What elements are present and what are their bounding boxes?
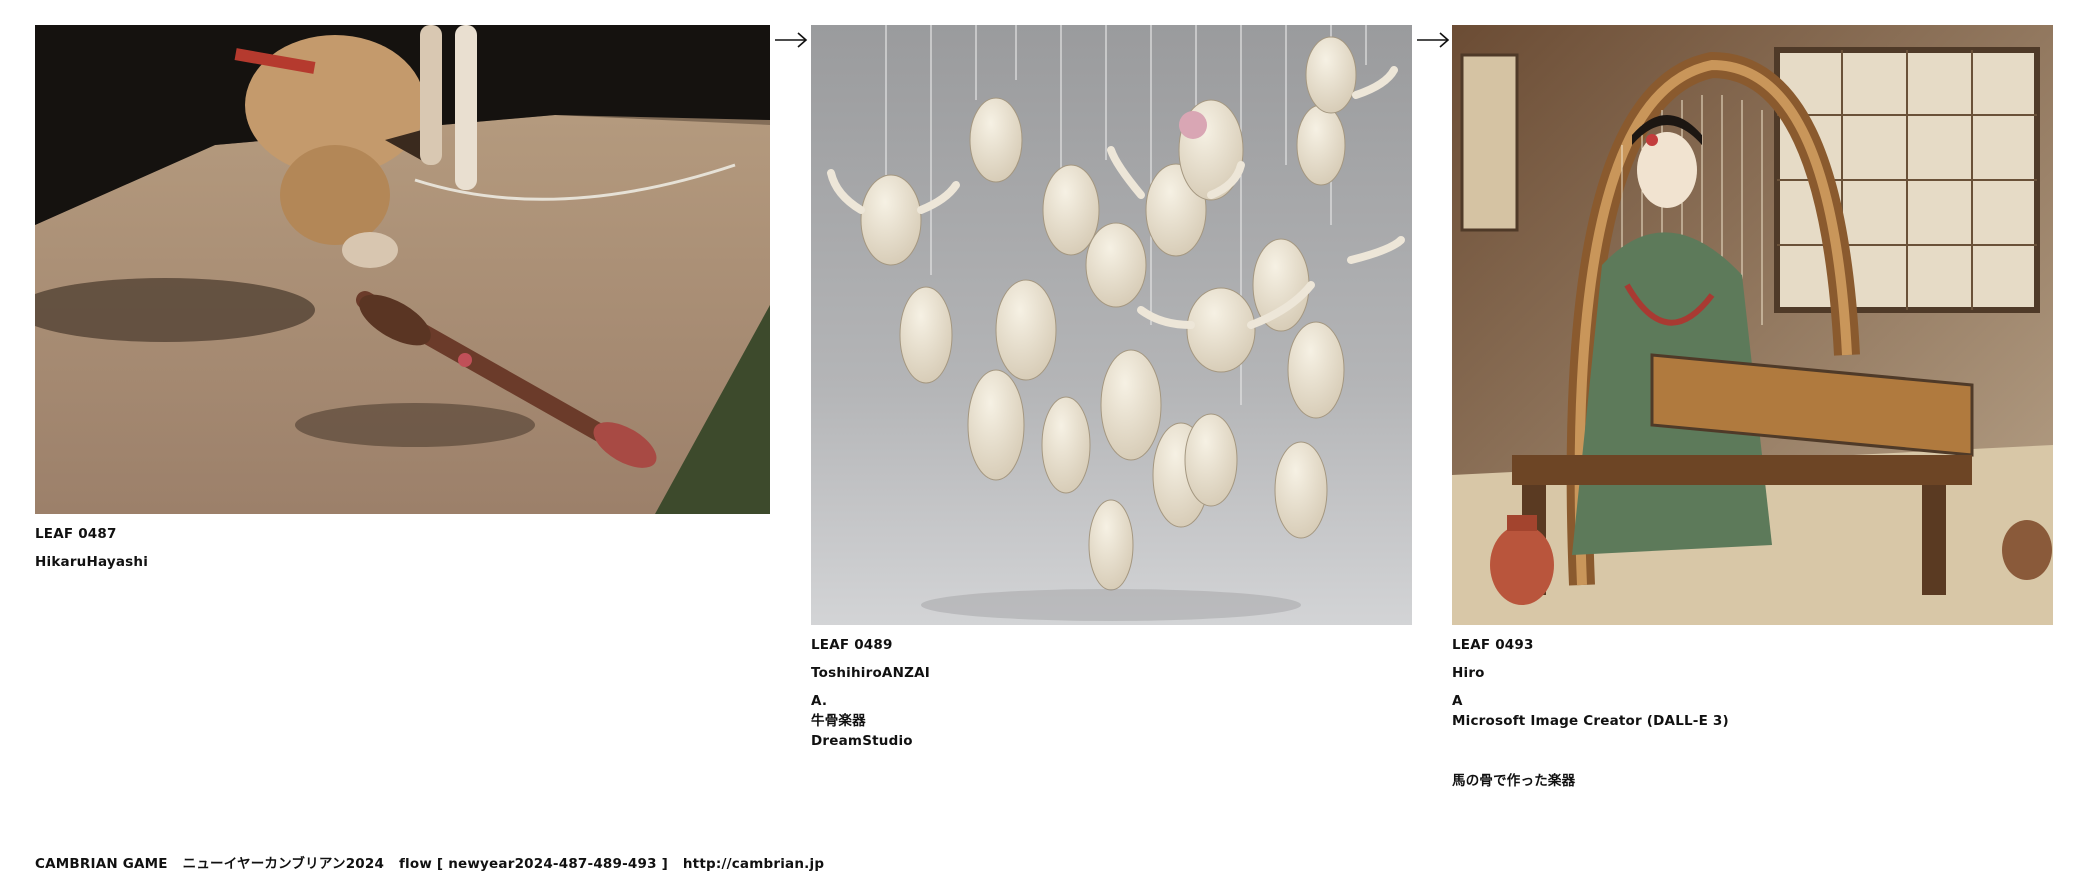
site-link[interactable]: http://cambrian.jp	[683, 856, 824, 872]
work-title-line: 牛骨楽器	[811, 713, 866, 729]
work-title-line: A	[1452, 693, 1463, 709]
dog-bone-photo	[35, 25, 770, 514]
leaf-card-0489: LEAF 0489 ToshihiroANZAI A. 牛骨楽器 DreamSt…	[811, 25, 1412, 751]
arrow-right-icon	[1416, 30, 1450, 50]
leaf-image-0489[interactable]	[811, 25, 1412, 625]
flow-id: flow [ newyear2024-487-489-493 ]	[398, 856, 668, 872]
event-name: ニューイヤーカンブリアン2024	[182, 856, 385, 872]
work-description: 馬の骨で作った楽器	[1452, 773, 1576, 789]
leaf-card-0487: LEAF 0487 HikaruHayashi	[35, 25, 770, 572]
leaf-id[interactable]: LEAF 0493	[1452, 635, 2053, 655]
leaf-card-0493: LEAF 0493 Hiro A Microsoft Image Creator…	[1452, 25, 2053, 791]
author-name[interactable]: ToshihiroANZAI	[811, 663, 1412, 683]
work-title-line: A.	[811, 693, 828, 709]
leaf-image-0487[interactable]	[35, 25, 770, 514]
work-title-block: A Microsoft Image Creator (DALL-E 3)	[1452, 691, 2053, 731]
work-title-block: A. 牛骨楽器 DreamStudio	[811, 691, 1412, 751]
arrow-right-icon	[774, 30, 808, 50]
author-name[interactable]: Hiro	[1452, 663, 2053, 683]
footer: CAMBRIAN GAME ニューイヤーカンブリアン2024 flow [ ne…	[35, 852, 834, 872]
game-name: CAMBRIAN GAME	[35, 856, 168, 872]
leaf-id[interactable]: LEAF 0489	[811, 635, 1412, 655]
work-tool-line: Microsoft Image Creator (DALL-E 3)	[1452, 713, 1729, 729]
leaf-id[interactable]: LEAF 0487	[35, 524, 770, 544]
hanging-skulls-render	[811, 25, 1412, 625]
author-name[interactable]: HikaruHayashi	[35, 552, 770, 572]
work-tool-line: DreamStudio	[811, 733, 913, 749]
harp-woman-illustration	[1452, 25, 2053, 625]
leaf-image-0493[interactable]	[1452, 25, 2053, 625]
